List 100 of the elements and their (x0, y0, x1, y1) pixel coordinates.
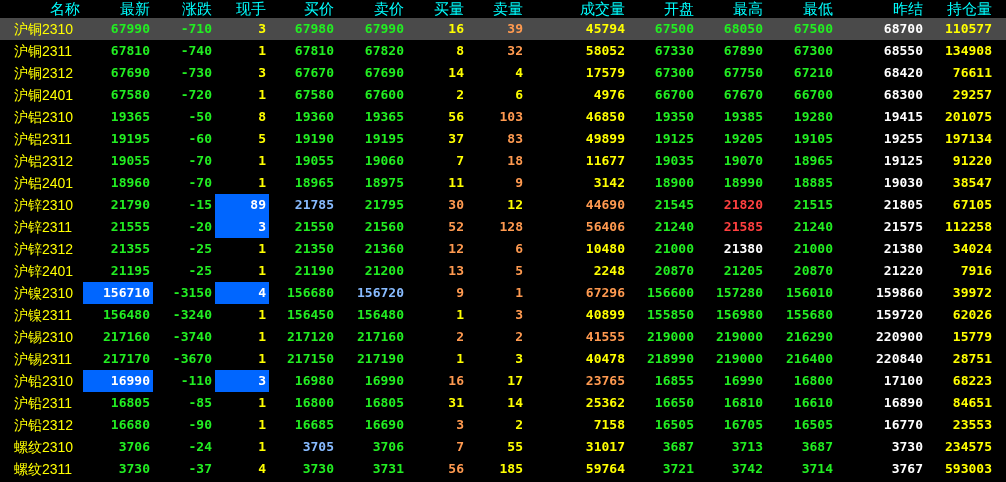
cell-value: 67330 (654, 43, 694, 58)
cell-value: 201075 (945, 109, 992, 124)
column-header[interactable]: 最低 (766, 0, 836, 18)
contract-name: 沪铜2312 (13, 64, 75, 83)
table-row[interactable]: 沪镍2310 156710 -3150 4 156680 156720 9 1 67296 156600 157280 156010 159860 39972 (0, 282, 1006, 304)
column-header[interactable]: 卖价 (337, 0, 407, 18)
cell-value: 16 (448, 373, 464, 388)
cell-value: 21350 (294, 241, 334, 256)
column-header[interactable]: 名称 (0, 0, 83, 18)
cell-value: 59764 (585, 461, 625, 476)
cell-value: 12 (448, 241, 464, 256)
cell-value: 19255 (883, 131, 923, 146)
table-row[interactable]: 沪铜2311 67810 -740 1 67810 67820 8 32 58052 67330 67890 67300 68550 134908 (0, 40, 1006, 62)
cell-value: 21575 (883, 219, 923, 234)
cell-value: 217170 (103, 351, 150, 366)
table-row[interactable]: 沪铅2312 16680 -90 1 16685 16690 3 2 7158 16505 16705 16505 16770 23553 (0, 414, 1006, 436)
table-row[interactable]: 沪铝2310 19365 -50 8 19360 19365 56 103 46850 19350 19385 19280 19415 201075 (0, 106, 1006, 128)
cell-value: 17579 (585, 65, 625, 80)
cell-value: 21820 (723, 197, 763, 212)
column-header[interactable]: 涨跌 (153, 0, 215, 18)
table-row[interactable]: 沪铝2311 19195 -60 5 19190 19195 37 83 49899 19125 19205 19105 19255 197134 (0, 128, 1006, 150)
cell-value: 21205 (723, 263, 763, 278)
cell-value: 21240 (654, 219, 694, 234)
cell-value: 56 (448, 109, 464, 124)
cell-value: 156010 (786, 285, 833, 300)
contract-name: 沪铜2401 (13, 86, 75, 105)
cell-value: 1 (258, 307, 266, 322)
cell-value: 5 (515, 263, 523, 278)
cell-value: 16990 (110, 373, 150, 388)
table-row[interactable]: 沪锌2312 21355 -25 1 21350 21360 12 6 10480 21000 21380 21000 21380 34024 (0, 238, 1006, 260)
contract-name: 螺纹2310 (13, 438, 75, 457)
table-row[interactable]: 沪铝2401 18960 -70 1 18965 18975 11 9 3142 18900 18990 18885 19030 38547 (0, 172, 1006, 194)
column-header[interactable]: 现手 (215, 0, 269, 18)
cell-value: 3767 (891, 461, 923, 476)
cell-value: 16980 (294, 373, 334, 388)
table-row[interactable]: 沪铅2310 16990 -110 3 16980 16990 16 17 23765 16855 16990 16800 17100 68223 (0, 370, 1006, 392)
contract-name: 螺纹2311 (13, 460, 74, 479)
column-header[interactable]: 昨结 (836, 0, 926, 18)
cell-value: 1 (258, 329, 266, 344)
cell-value: 23765 (585, 373, 625, 388)
table-row[interactable]: 沪镍2311 156480 -3240 1 156450 156480 1 3 40899 155850 156980 155680 159720 62026 (0, 304, 1006, 326)
cell-value: -720 (180, 87, 212, 102)
column-header[interactable]: 最新 (83, 0, 153, 18)
cell-value: 68300 (883, 87, 923, 102)
cell-value: 4976 (593, 87, 625, 102)
table-row[interactable]: 沪铜2312 67690 -730 3 67670 67690 14 4 17579 67300 67750 67210 68420 76611 (0, 62, 1006, 84)
column-header[interactable]: 成交量 (526, 0, 628, 18)
cell-value: 155850 (647, 307, 694, 322)
cell-value: 68223 (952, 373, 992, 388)
column-header[interactable]: 买量 (407, 0, 467, 18)
table-row[interactable]: 沪锌2401 21195 -25 1 21190 21200 13 5 2248 20870 21205 20870 21220 7916 (0, 260, 1006, 282)
cell-value: 21000 (654, 241, 694, 256)
cell-value: 67580 (294, 87, 334, 102)
cell-value: 3142 (593, 175, 625, 190)
cell-value: 16690 (364, 417, 404, 432)
column-header[interactable]: 买价 (269, 0, 337, 18)
table-row[interactable]: 沪锌2311 21555 -20 3 21550 21560 52 128 56406 21240 21585 21240 21575 112258 (0, 216, 1006, 238)
cell-value: -3150 (172, 285, 212, 300)
cell-value: -15 (188, 197, 212, 212)
table-row[interactable]: 沪锡2311 217170 -3670 1 217150 217190 1 3 40478 218990 219000 216400 220840 28751 (0, 348, 1006, 370)
table-row[interactable]: 沪铅2311 16805 -85 1 16800 16805 31 14 25362 16650 16810 16610 16890 84651 (0, 392, 1006, 414)
cell-value: -110 (180, 373, 212, 388)
cell-value: 46850 (585, 109, 625, 124)
cell-value: 18885 (793, 175, 833, 190)
table-row[interactable]: 沪铜2401 67580 -720 1 67580 67600 2 6 4976 66700 67670 66700 68300 29257 (0, 84, 1006, 106)
cell-value: 67690 (364, 65, 404, 80)
cell-value: 37 (448, 131, 464, 146)
cell-value: 218990 (647, 351, 694, 366)
cell-value: 19365 (364, 109, 404, 124)
cell-value: 16805 (364, 395, 404, 410)
table-row[interactable]: 螺纹2311 3730 -37 4 3730 3731 56 185 59764 3721 3742 3714 3767 593003 (0, 458, 1006, 480)
cell-value: 19125 (883, 153, 923, 168)
cell-value: 3 (258, 373, 266, 388)
cell-value: 67670 (294, 65, 334, 80)
cell-value: 3687 (801, 439, 833, 454)
cell-value: 89 (250, 197, 266, 212)
cell-value: 217120 (287, 329, 334, 344)
cell-value: 1 (456, 307, 464, 322)
cell-value: 217160 (103, 329, 150, 344)
table-row[interactable]: 螺纹2310 3706 -24 1 3705 3706 7 55 31017 3687 3713 3687 3730 234575 (0, 436, 1006, 458)
cell-value: 67810 (294, 43, 334, 58)
table-row[interactable]: 沪锡2310 217160 -3740 1 217120 217160 2 2 41555 219000 219000 216290 220900 15779 (0, 326, 1006, 348)
cell-value: 3 (258, 219, 266, 234)
table-row[interactable]: 沪铜2310 67990 -710 3 67980 67990 16 39 45794 67500 68050 67500 68700 110577 (0, 18, 1006, 40)
cell-value: -740 (180, 43, 212, 58)
cell-value: 3731 (372, 461, 404, 476)
column-header[interactable]: 最高 (697, 0, 766, 18)
contract-name: 沪锡2311 (13, 350, 74, 369)
contract-name: 沪锌2310 (13, 196, 75, 215)
cell-value: 156450 (287, 307, 334, 322)
table-row[interactable]: 沪锌2310 21790 -15 89 21785 21795 30 12 44690 21545 21820 21515 21805 67105 (0, 194, 1006, 216)
column-header[interactable]: 卖量 (467, 0, 526, 18)
column-header[interactable]: 开盘 (628, 0, 697, 18)
table-row[interactable]: 沪铝2312 19055 -70 1 19055 19060 7 18 11677 19035 19070 18965 19125 91220 (0, 150, 1006, 172)
cell-value: 2 (456, 329, 464, 344)
cell-value: 39972 (952, 285, 992, 300)
cell-value: 16610 (793, 395, 833, 410)
cell-value: 16810 (723, 395, 763, 410)
cell-value: 56406 (585, 219, 625, 234)
column-header[interactable]: 持仓量 (926, 0, 995, 18)
